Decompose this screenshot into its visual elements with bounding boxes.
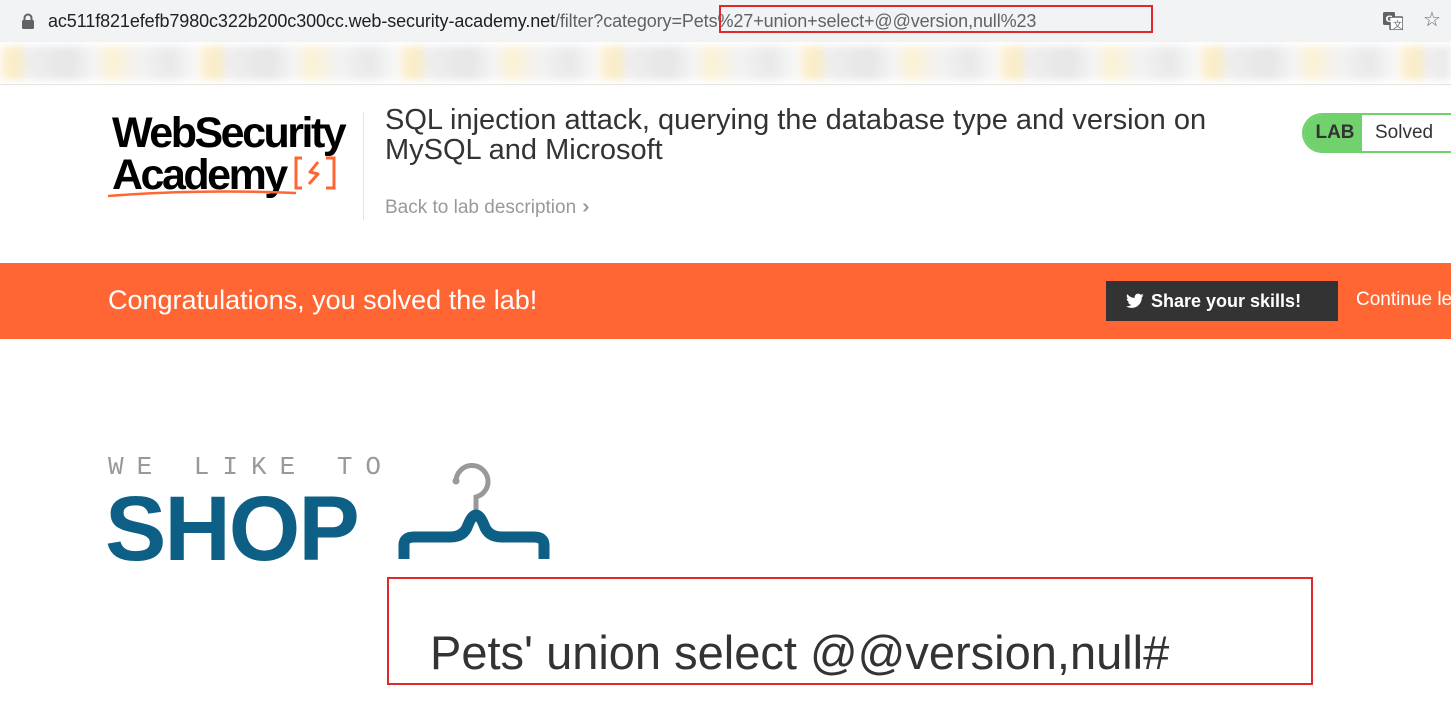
star-icon[interactable]: ☆ (1423, 10, 1441, 30)
category-heading: Pets' union select @@version,null# (430, 626, 1170, 679)
shop-logo-word: SHOP (105, 478, 360, 580)
continue-learning-link[interactable]: Continue le (1356, 289, 1451, 311)
translate-icon[interactable]: G 文 (1383, 12, 1403, 30)
banner-message: Congratulations, you solved the lab! (108, 285, 538, 315)
share-skills-button[interactable]: Share your skills! (1106, 281, 1338, 321)
share-skills-label: Share your skills! (1151, 291, 1302, 311)
lab-status-badge: LAB Solved (1302, 113, 1451, 153)
status-solved-text: Solved (1375, 122, 1434, 143)
svg-text:文: 文 (1393, 19, 1402, 30)
url-param-highlight-box (719, 5, 1153, 33)
back-link-label: Back to lab description (385, 197, 577, 218)
status-lab-tag: LAB (1304, 115, 1362, 151)
lightning-bracket-icon (294, 156, 336, 190)
blurred-bookmarks (0, 46, 1451, 80)
back-to-lab-description-link[interactable]: Back to lab description ›› (385, 196, 591, 219)
bookmarks-bar (0, 42, 1451, 85)
url-path: /filter?category= (554, 11, 682, 31)
double-chevron-right-icon: ›› (582, 196, 591, 218)
web-security-academy-logo[interactable]: WebSecurity Academy (108, 112, 360, 204)
header-divider (363, 112, 364, 220)
svg-text:G: G (1386, 15, 1393, 25)
address-bar[interactable]: ac511f821efefb7980c322b200c300cc.web-sec… (0, 0, 1451, 42)
lock-icon[interactable] (21, 13, 35, 29)
hanger-icon (398, 463, 550, 559)
lab-title: SQL injection attack, querying the datab… (385, 104, 1207, 166)
url-host: ac511f821efefb7980c322b200c300cc.web-sec… (48, 11, 555, 31)
logo-line-websecurity: WebSecurity (112, 109, 347, 157)
logo-underline-swoosh (108, 190, 297, 198)
twitter-icon (1126, 293, 1144, 308)
solved-banner: Congratulations, you solved the lab! Sha… (0, 263, 1451, 339)
